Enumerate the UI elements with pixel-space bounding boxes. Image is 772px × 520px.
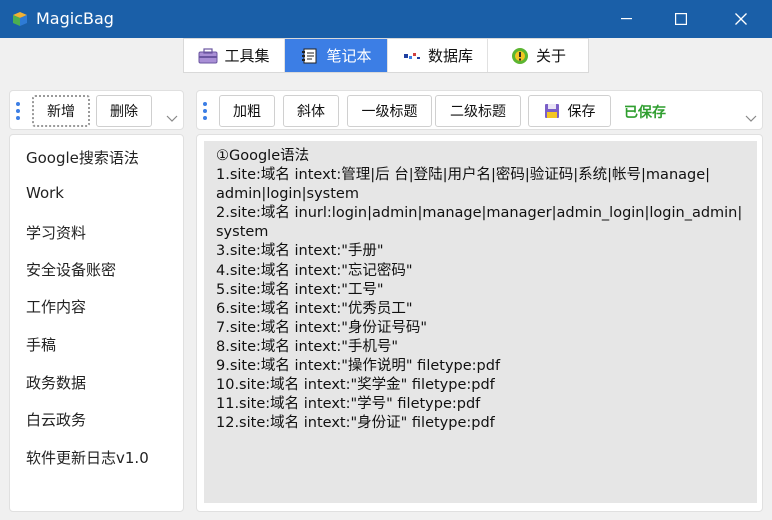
- list-item[interactable]: 学习资料: [26, 222, 86, 243]
- list-item[interactable]: 白云政务: [26, 409, 86, 430]
- note-text-editor[interactable]: ①Google语法 1.site:域名 intext:管理|后 台|登陆|用户名…: [204, 141, 757, 503]
- bold-button[interactable]: 加粗: [219, 95, 275, 127]
- tab-toolbox[interactable]: 工具集: [184, 39, 285, 72]
- editor-line: system: [216, 224, 269, 241]
- editor-line: 2.site:域名 inurl:login|admin|manage|manag…: [216, 205, 743, 222]
- window-content: 工具集 笔记本 数据库 关于 新增 删除 Google搜索语法 Work 学习资…: [0, 38, 772, 520]
- list-item[interactable]: Google搜索语法: [26, 147, 139, 168]
- magicbag-app-icon: [13, 12, 27, 26]
- chevron-down-icon[interactable]: [166, 115, 178, 123]
- list-item[interactable]: 政务数据: [26, 372, 86, 393]
- maximize-button[interactable]: [654, 0, 708, 38]
- tab-notebook-label: 笔记本: [326, 47, 372, 65]
- chevron-down-icon[interactable]: [745, 115, 757, 123]
- notes-list: Google搜索语法 Work 学习资料 安全设备账密 工作内容 手稿 政务数据…: [9, 134, 184, 512]
- toolbar-grip-handle[interactable]: [203, 102, 209, 122]
- tab-about[interactable]: 关于: [488, 39, 588, 72]
- editor-line: 7.site:域名 intext:"身份证号码": [216, 319, 428, 336]
- floppy-disk-icon: [544, 104, 559, 118]
- editor-line: 3.site:域名 intext:"手册": [216, 243, 384, 260]
- delete-note-button[interactable]: 删除: [96, 95, 152, 127]
- notes-list-toolbar: 新增 删除: [9, 90, 184, 130]
- italic-button[interactable]: 斜体: [283, 95, 339, 127]
- toolbar-grip-handle[interactable]: [16, 102, 22, 122]
- editor-line: ①Google语法: [216, 148, 310, 164]
- close-button[interactable]: [714, 0, 768, 38]
- editor-line: 12.site:域名 intext:"身份证" filetype:pdf: [216, 415, 495, 432]
- list-item[interactable]: Work: [26, 184, 64, 202]
- minimize-button[interactable]: [600, 0, 654, 38]
- list-item[interactable]: 手稿: [26, 334, 56, 355]
- tab-about-label: 关于: [535, 47, 566, 65]
- add-note-button[interactable]: 新增: [32, 95, 90, 127]
- editor-toolbar: 加粗 斜体 一级标题 二级标题 保存 已保存: [196, 90, 763, 130]
- heading2-button[interactable]: 二级标题: [435, 95, 521, 127]
- save-status-text: 已保存: [624, 105, 666, 121]
- list-item[interactable]: 安全设备账密: [26, 259, 116, 280]
- close-icon: [735, 13, 747, 25]
- notebook-icon: [302, 48, 317, 63]
- editor-panel: ①Google语法 1.site:域名 intext:管理|后 台|登陆|用户名…: [196, 134, 763, 512]
- editor-line: 10.site:域名 intext:"奖学金" filetype:pdf: [216, 377, 495, 394]
- info-icon: [511, 47, 528, 64]
- editor-line: 9.site:域名 intext:"操作说明" filetype:pdf: [216, 358, 501, 375]
- main-tab-bar: 工具集 笔记本 数据库 关于: [183, 38, 589, 73]
- database-icon: [403, 52, 420, 59]
- editor-line: 1.site:域名 intext:管理|后 台|登陆|用户名|密码|验证码|系统…: [216, 167, 711, 184]
- minimize-icon: [621, 18, 632, 20]
- tab-database[interactable]: 数据库: [388, 39, 488, 72]
- heading1-button[interactable]: 一级标题: [347, 95, 432, 127]
- tab-database-label: 数据库: [427, 47, 473, 65]
- tab-notebook[interactable]: 笔记本: [285, 39, 388, 72]
- editor-line: 5.site:域名 intext:"工号": [216, 281, 384, 298]
- list-item[interactable]: 工作内容: [26, 296, 86, 317]
- editor-line: 6.site:域名 intext:"优秀员工": [216, 300, 413, 317]
- window-title: MagicBag: [36, 9, 114, 28]
- editor-line: 8.site:域名 intext:"手机号": [216, 338, 399, 355]
- tab-toolbox-label: 工具集: [224, 47, 270, 65]
- save-button[interactable]: 保存: [528, 95, 611, 127]
- editor-line: 4.site:域名 intext:"忘记密码": [216, 262, 413, 279]
- editor-line: admin|login|system: [216, 186, 359, 203]
- list-item[interactable]: 软件更新日志v1.0: [26, 447, 149, 468]
- editor-line: 11.site:域名 intext:"学号" filetype:pdf: [216, 396, 481, 413]
- maximize-icon: [675, 13, 687, 25]
- toolbox-icon: [198, 47, 218, 63]
- save-button-label: 保存: [567, 104, 596, 120]
- title-bar: MagicBag: [0, 0, 772, 38]
